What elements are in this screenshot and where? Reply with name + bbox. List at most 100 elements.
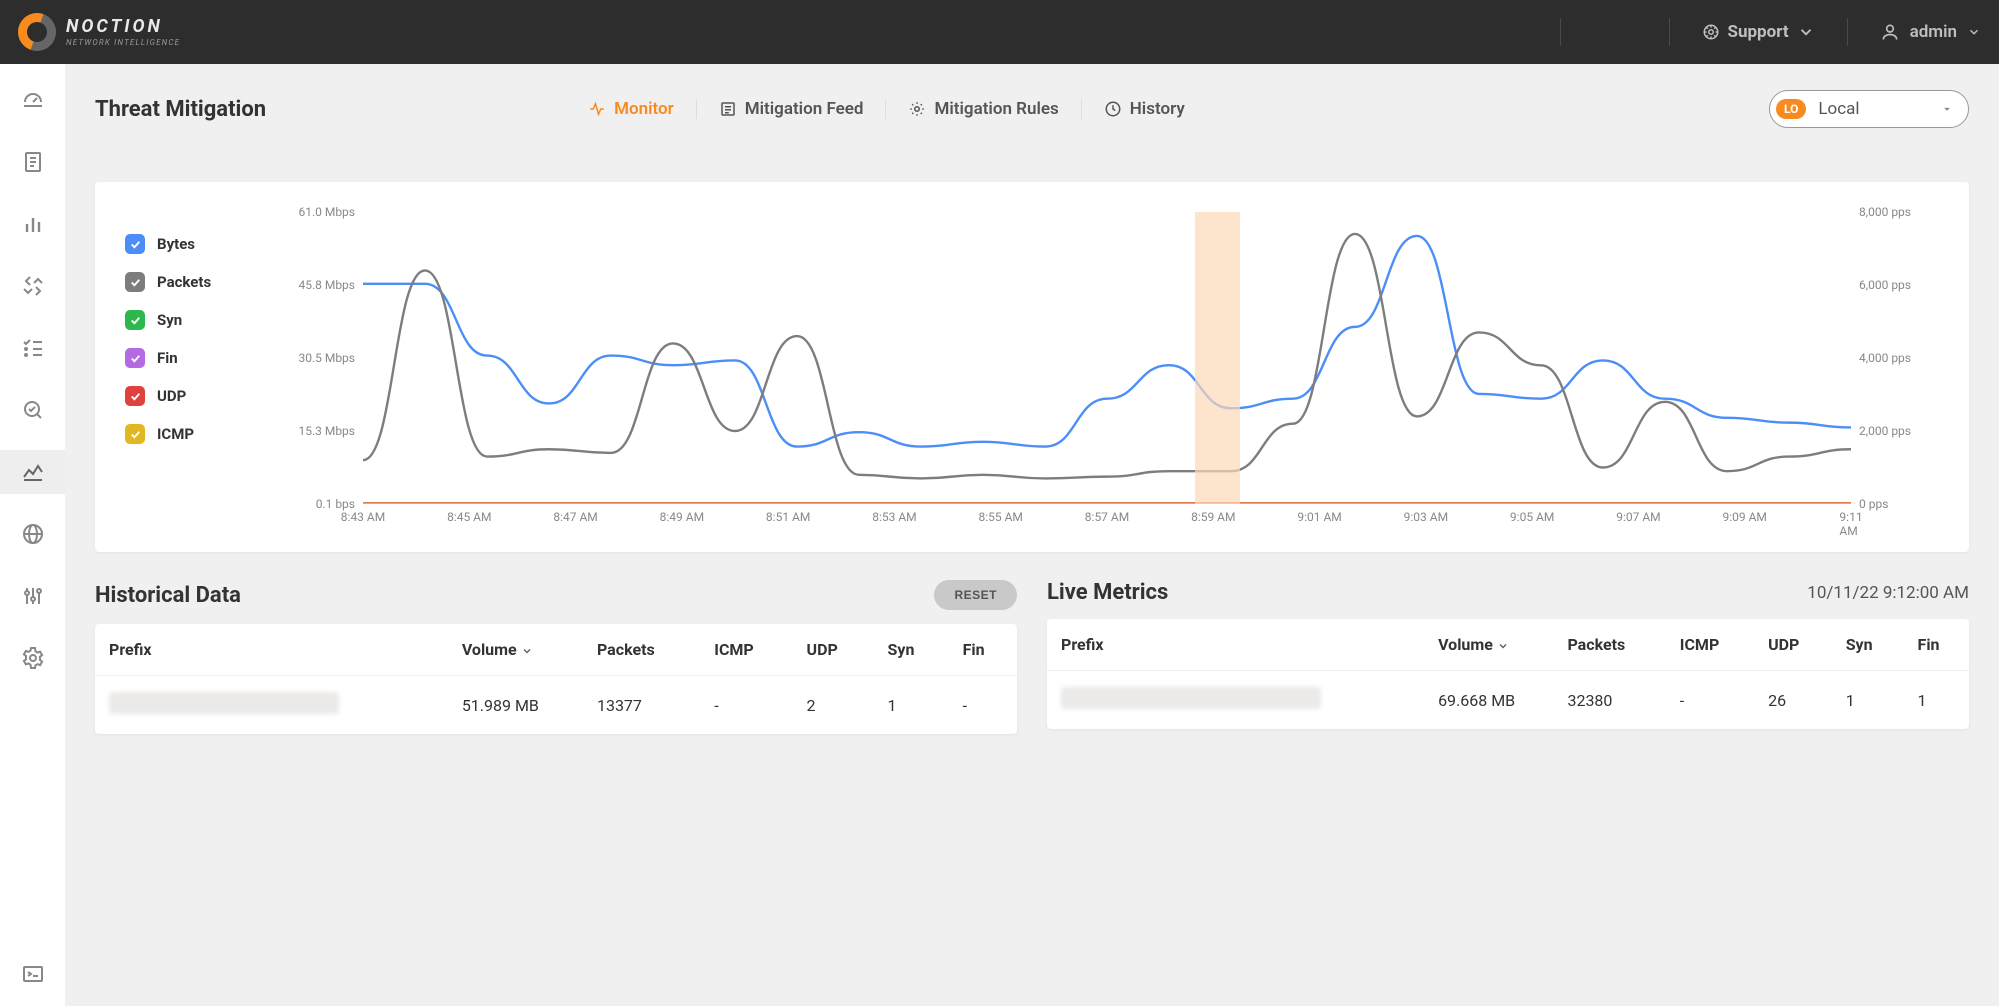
scope-label: Local [1818, 99, 1928, 119]
col-volume[interactable]: Volume [1424, 619, 1553, 671]
y-axis-right: 8,000 pps 6,000 pps 4,000 pps 2,000 pps … [1859, 212, 1939, 504]
clock-icon [1104, 100, 1122, 118]
cell-volume: 69.668 MB [1424, 671, 1553, 730]
col-volume[interactable]: Volume [448, 624, 583, 676]
sub-tabs: Monitor Mitigation Feed Mitigation Rules… [566, 99, 1207, 119]
chevron-down-icon [1497, 640, 1509, 652]
sidebar-item-global[interactable] [0, 512, 65, 556]
live-timestamp: 10/11/22 9:12:00 AM [1807, 583, 1969, 603]
col-prefix[interactable]: Prefix [95, 624, 448, 676]
col-udp[interactable]: UDP [793, 624, 874, 676]
check-icon [125, 424, 145, 444]
brand[interactable]: NOCTION NETWORK INTELLIGENCE [18, 13, 180, 51]
chart[interactable]: 61.0 Mbps 45.8 Mbps 30.5 Mbps 15.3 Mbps … [275, 212, 1939, 542]
cell-icmp: - [700, 676, 792, 735]
sidebar-item-sliders[interactable] [0, 574, 65, 618]
live-table: Prefix Volume Packets ICMP UDP Syn Fin 6… [1047, 619, 1969, 729]
sidebar-item-dashboard[interactable] [0, 78, 65, 122]
cell-prefix [95, 676, 448, 735]
legend-item-bytes[interactable]: Bytes [125, 234, 275, 254]
legend-item-icmp[interactable]: ICMP [125, 424, 275, 444]
tab-label: Mitigation Feed [745, 99, 864, 119]
col-packets[interactable]: Packets [1553, 619, 1665, 671]
sidebar-item-inspect[interactable] [0, 388, 65, 432]
col-syn[interactable]: Syn [1832, 619, 1904, 671]
x-axis: 8:43 AM8:45 AM8:47 AM8:49 AM8:51 AM8:53 … [363, 510, 1851, 542]
legend-item-udp[interactable]: UDP [125, 386, 275, 406]
cell-udp: 2 [793, 676, 874, 735]
user-icon [1880, 22, 1900, 42]
cell-icmp: - [1666, 671, 1754, 730]
sidebar-item-console[interactable] [0, 952, 65, 996]
table-row[interactable]: 69.668 MB 32380 - 26 1 1 [1047, 671, 1969, 730]
divider [1669, 18, 1670, 46]
divider [1847, 18, 1848, 46]
cell-fin: 1 [1904, 671, 1969, 730]
sidebar-item-threat-mitigation[interactable] [0, 450, 65, 494]
live-title: Live Metrics [1047, 580, 1168, 605]
tab-label: History [1130, 99, 1185, 119]
tab-label: Mitigation Rules [934, 99, 1058, 119]
list-icon [719, 100, 737, 118]
check-icon [125, 234, 145, 254]
legend-item-syn[interactable]: Syn [125, 310, 275, 330]
chart-panel: Bytes Packets Syn Fin UDP ICMP 61.0 Mbps… [95, 182, 1969, 552]
tab-mitigation-rules[interactable]: Mitigation Rules [886, 99, 1081, 119]
col-icmp[interactable]: ICMP [1666, 619, 1754, 671]
tab-mitigation-feed[interactable]: Mitigation Feed [697, 99, 887, 119]
chevron-down-icon [1797, 23, 1815, 41]
sidebar-item-settings[interactable] [0, 636, 65, 680]
sidebar-item-collapse[interactable] [0, 264, 65, 308]
brand-name: NOCTION [66, 18, 180, 36]
highlight-band [1195, 212, 1240, 504]
sidebar-item-reports[interactable] [0, 140, 65, 184]
gear-icon [908, 100, 926, 118]
col-syn[interactable]: Syn [874, 624, 949, 676]
col-udp[interactable]: UDP [1754, 619, 1832, 671]
sidebar-item-stats[interactable] [0, 202, 65, 246]
col-icmp[interactable]: ICMP [700, 624, 792, 676]
chevron-down-icon [1940, 102, 1954, 116]
tab-monitor[interactable]: Monitor [566, 99, 697, 119]
col-prefix[interactable]: Prefix [1047, 619, 1424, 671]
topbar: NOCTION NETWORK INTELLIGENCE Support [0, 0, 1999, 64]
reset-button[interactable]: RESET [934, 580, 1017, 610]
legend-item-packets[interactable]: Packets [125, 272, 275, 292]
col-fin[interactable]: Fin [949, 624, 1017, 676]
table-row[interactable]: 51.989 MB 13377 - 2 1 - [95, 676, 1017, 735]
brand-tagline: NETWORK INTELLIGENCE [66, 38, 180, 47]
legend-item-fin[interactable]: Fin [125, 348, 275, 368]
cell-volume: 51.989 MB [448, 676, 583, 735]
cell-fin: - [949, 676, 1017, 735]
cell-packets: 32380 [1553, 671, 1665, 730]
cell-syn: 1 [1832, 671, 1904, 730]
divider [1560, 18, 1561, 46]
chart-legend: Bytes Packets Syn Fin UDP ICMP [125, 212, 275, 542]
col-packets[interactable]: Packets [583, 624, 700, 676]
check-icon [125, 272, 145, 292]
user-name: admin [1910, 22, 1957, 42]
page-title: Threat Mitigation [95, 97, 266, 122]
col-fin[interactable]: Fin [1904, 619, 1969, 671]
support-label: Support [1728, 22, 1789, 42]
scope-select[interactable]: LO Local [1769, 90, 1969, 128]
user-menu[interactable]: admin [1880, 22, 1981, 42]
tab-label: Monitor [614, 99, 674, 119]
tab-history[interactable]: History [1082, 99, 1207, 119]
cell-packets: 13377 [583, 676, 700, 735]
sidebar-item-checklist[interactable] [0, 326, 65, 370]
cell-syn: 1 [874, 676, 949, 735]
scope-badge: LO [1776, 99, 1806, 119]
cell-udp: 26 [1754, 671, 1832, 730]
historical-table: Prefix Volume Packets ICMP UDP Syn Fin 5… [95, 624, 1017, 734]
support-menu[interactable]: Support [1702, 22, 1815, 42]
plot-area [363, 212, 1851, 504]
main-content: Threat Mitigation Monitor Mitigation Fee… [65, 64, 1999, 1006]
historical-title: Historical Data [95, 583, 241, 608]
check-icon [125, 386, 145, 406]
chevron-down-icon [1967, 25, 1981, 39]
y-axis-left: 61.0 Mbps 45.8 Mbps 30.5 Mbps 15.3 Mbps … [275, 212, 355, 504]
check-icon [125, 348, 145, 368]
check-icon [125, 310, 145, 330]
sidebar [0, 64, 65, 1006]
